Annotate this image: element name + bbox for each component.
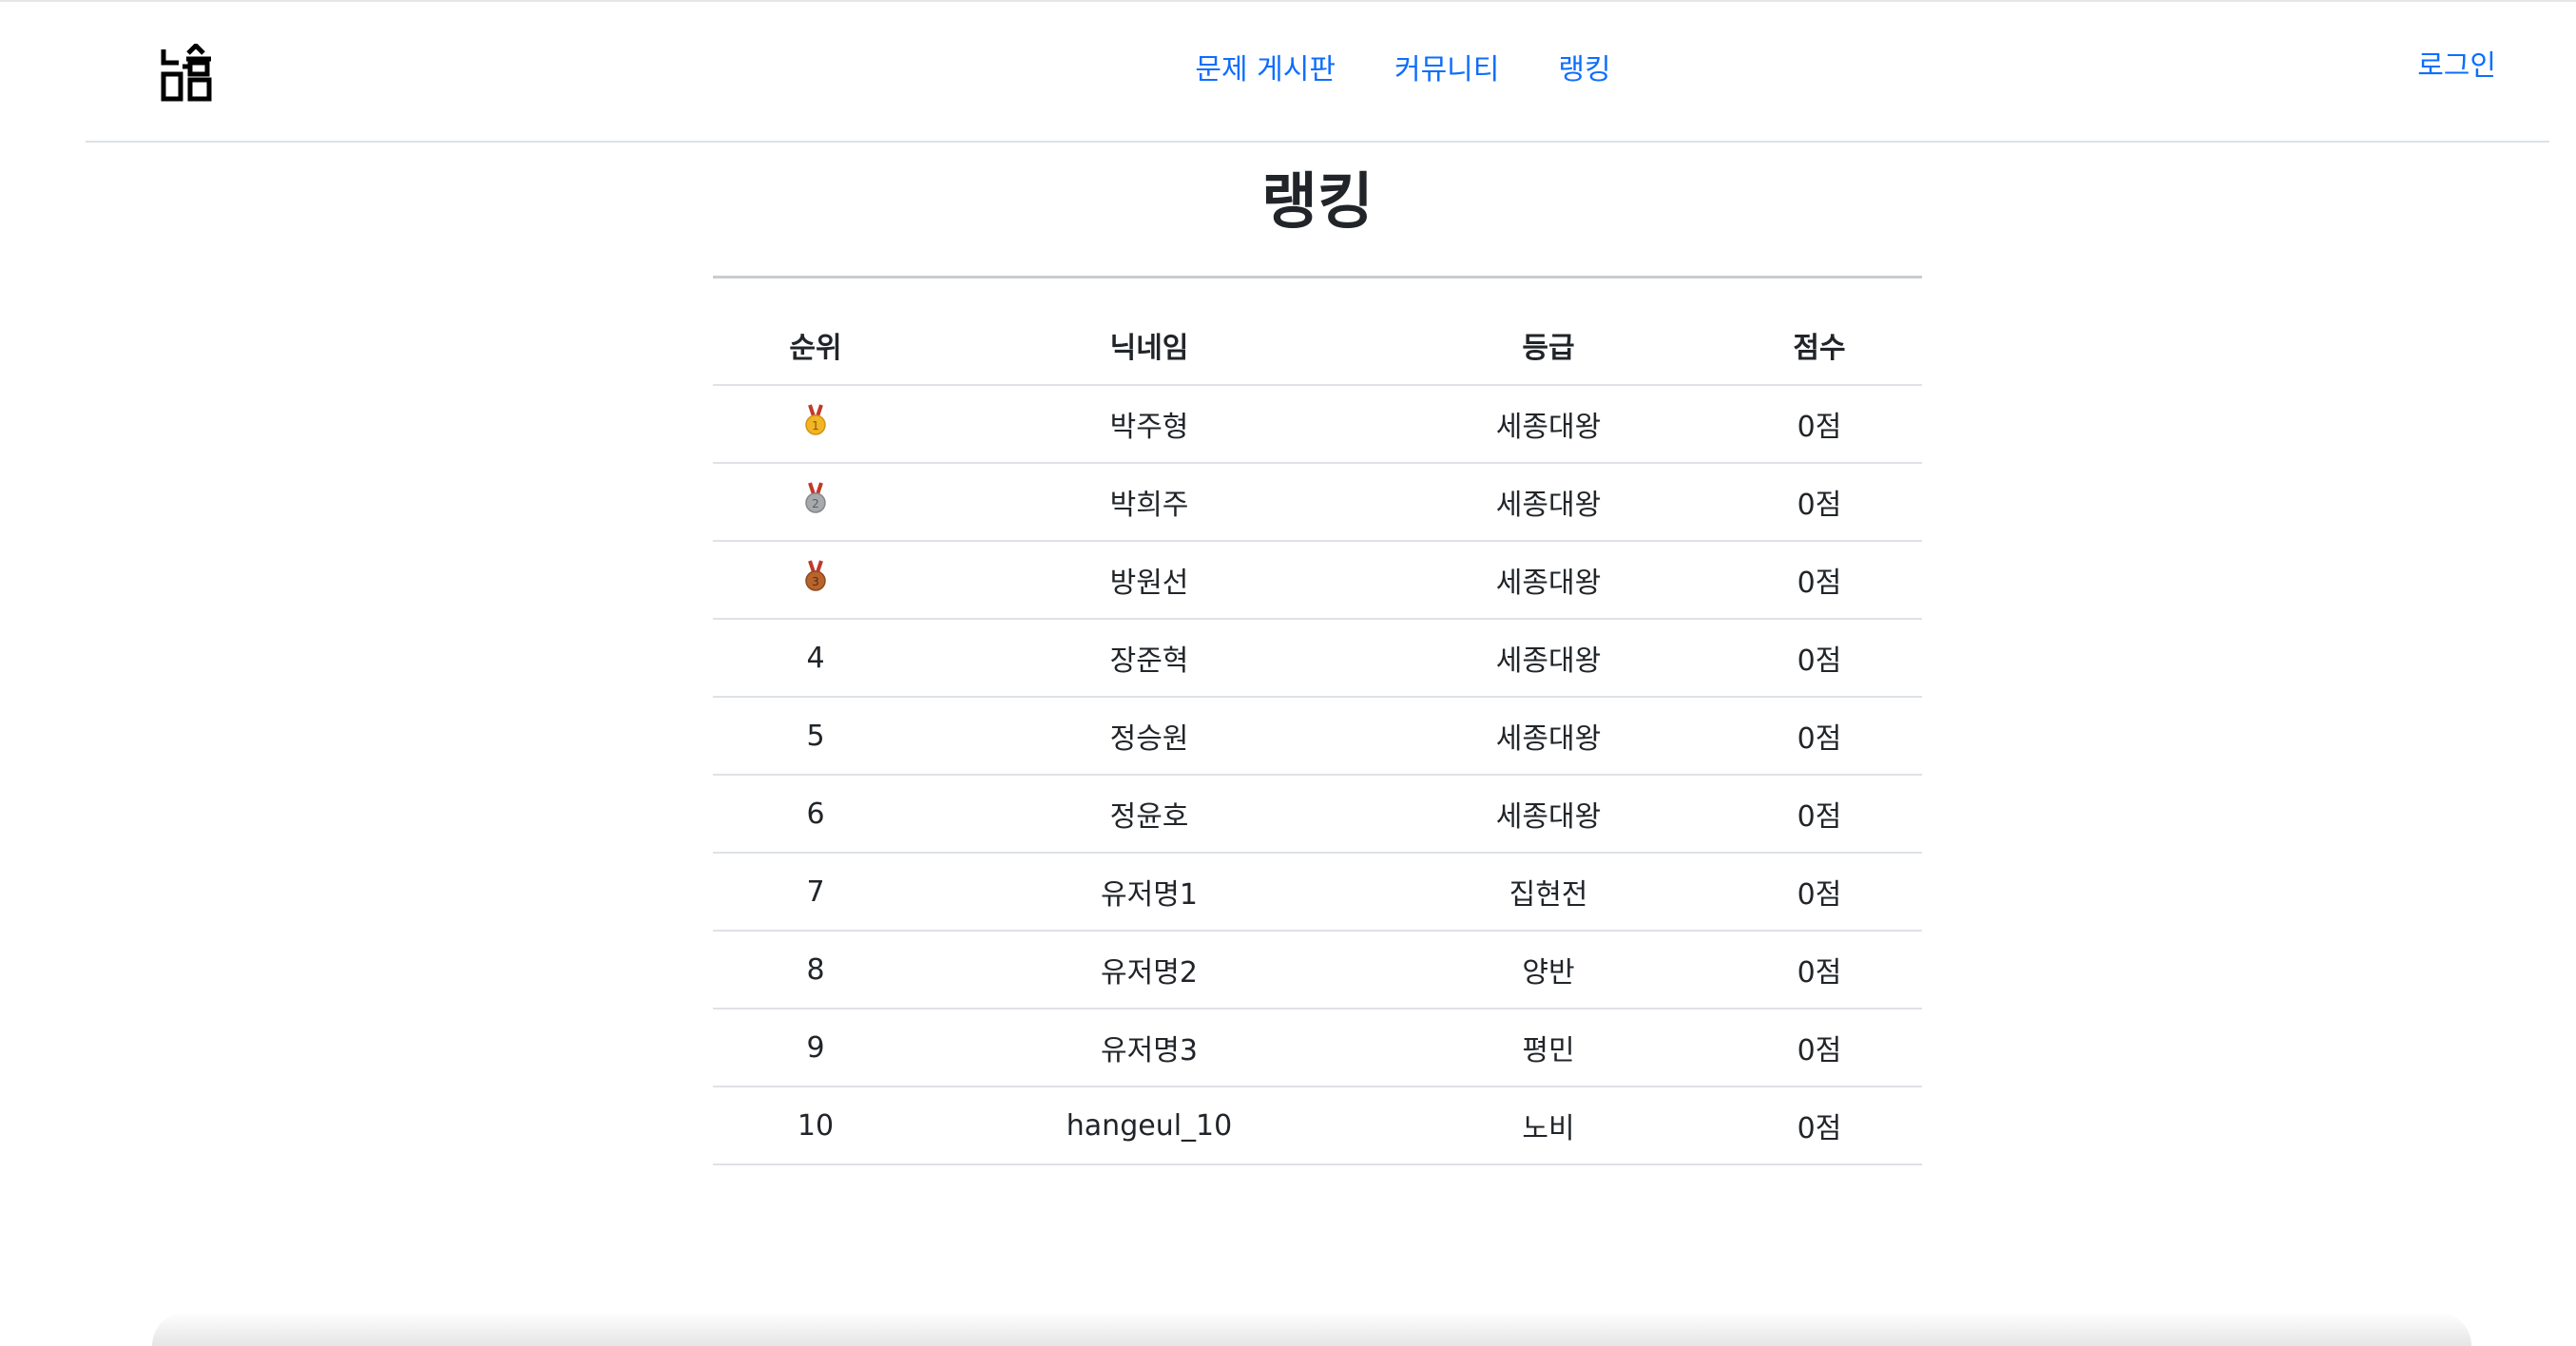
grade-cell: 양반	[1380, 931, 1717, 1010]
main-nav: 문제 게시판 커뮤니티 랭킹	[86, 0, 2549, 141]
grade-cell: 세종대왕	[1380, 385, 1717, 464]
header-grade: 등급	[1380, 306, 1717, 386]
nickname-cell: 방원선	[918, 541, 1380, 620]
score-cell: 0점	[1717, 1009, 1922, 1087]
nickname-cell: 장준혁	[918, 619, 1380, 698]
footer-shadow	[152, 1312, 2471, 1346]
ranking-table: 순위 닉네임 등급 점수 1 박주형 세종대왕 0점 2 박희주 세종대왕 0점…	[713, 306, 1922, 1165]
silver-medal-icon: 2	[803, 482, 828, 522]
grade-cell: 집현전	[1380, 853, 1717, 932]
table-row: 1 박주형 세종대왕 0점	[713, 385, 1922, 464]
header-rank: 순위	[713, 306, 918, 386]
table-row: 9 유저명3 평민 0점	[713, 1009, 1922, 1087]
nav-problem-board[interactable]: 문제 게시판	[1195, 56, 1336, 85]
grade-cell: 세종대왕	[1380, 463, 1717, 542]
score-cell: 0점	[1717, 1086, 1922, 1165]
nickname-cell: 정윤호	[918, 775, 1380, 854]
rank-cell: 2	[713, 463, 918, 542]
score-cell: 0점	[1717, 541, 1922, 620]
svg-text:2: 2	[812, 497, 819, 510]
table-row: 2 박희주 세종대왕 0점	[713, 463, 1922, 542]
grade-cell: 평민	[1380, 1009, 1717, 1087]
bronze-medal-icon: 3	[803, 560, 828, 600]
nickname-cell: 정승원	[918, 697, 1380, 776]
score-cell: 0점	[1717, 619, 1922, 698]
score-cell: 0점	[1717, 775, 1922, 854]
rank-cell: 3	[713, 541, 918, 620]
rank-cell: 7	[713, 853, 918, 932]
login-link[interactable]: 로그인	[2417, 52, 2496, 81]
grade-cell: 세종대왕	[1380, 619, 1717, 698]
title-divider	[713, 276, 1922, 279]
nav-community[interactable]: 커뮤니티	[1394, 56, 1499, 85]
score-cell: 0점	[1717, 697, 1922, 776]
table-row: 5 정승원 세종대왕 0점	[713, 697, 1922, 776]
rank-cell: 1	[713, 385, 918, 464]
grade-cell: 세종대왕	[1380, 541, 1717, 620]
table-row: 7 유저명1 집현전 0점	[713, 853, 1922, 932]
rank-cell: 6	[713, 775, 918, 854]
grade-cell: 세종대왕	[1380, 775, 1717, 854]
table-header-row: 순위 닉네임 등급 점수	[713, 306, 1922, 386]
score-cell: 0점	[1717, 385, 1922, 464]
rank-cell: 5	[713, 697, 918, 776]
rank-cell: 9	[713, 1009, 918, 1087]
site-header: 문제 게시판 커뮤니티 랭킹 로그인	[86, 0, 2549, 143]
grade-cell: 노비	[1380, 1086, 1717, 1165]
table-row: 8 유저명2 양반 0점	[713, 931, 1922, 1010]
nav-ranking[interactable]: 랭킹	[1558, 56, 1610, 85]
table-row: 10 hangeul_10 노비 0점	[713, 1086, 1922, 1165]
score-cell: 0점	[1717, 463, 1922, 542]
table-row: 4 장준혁 세종대왕 0점	[713, 619, 1922, 698]
header-nickname: 닉네임	[918, 306, 1380, 386]
nickname-cell: 유저명2	[918, 931, 1380, 1010]
table-row: 3 방원선 세종대왕 0점	[713, 541, 1922, 620]
page-title: 랭킹	[1261, 167, 1374, 238]
rank-cell: 10	[713, 1086, 918, 1165]
header-score: 점수	[1717, 306, 1922, 386]
svg-text:1: 1	[812, 419, 819, 433]
nickname-cell: 유저명1	[918, 853, 1380, 932]
grade-cell: 세종대왕	[1380, 697, 1717, 776]
nickname-cell: 박희주	[918, 463, 1380, 542]
nickname-cell: 박주형	[918, 385, 1380, 464]
rank-cell: 4	[713, 619, 918, 698]
gold-medal-icon: 1	[803, 404, 828, 444]
nickname-cell: 유저명3	[918, 1009, 1380, 1087]
svg-text:3: 3	[812, 575, 819, 588]
score-cell: 0점	[1717, 931, 1922, 1010]
score-cell: 0점	[1717, 853, 1922, 932]
table-row: 6 정윤호 세종대왕 0점	[713, 775, 1922, 854]
nickname-cell: hangeul_10	[918, 1086, 1380, 1165]
rank-cell: 8	[713, 931, 918, 1010]
